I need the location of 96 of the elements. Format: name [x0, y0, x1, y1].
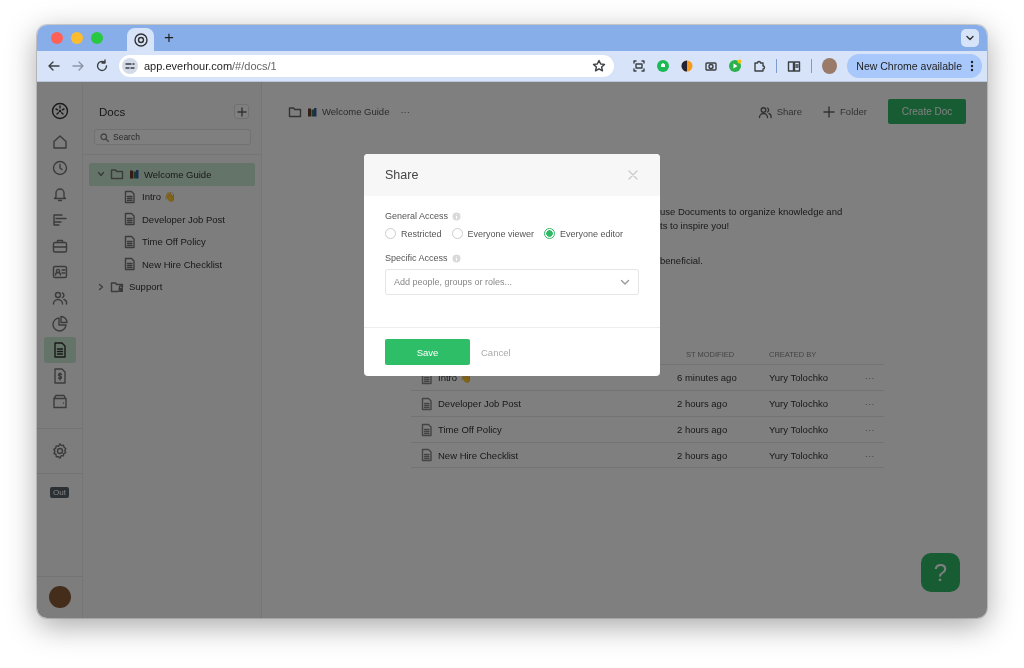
plus-icon [236, 106, 247, 117]
field-label: General Access [385, 211, 449, 221]
table-cell-text: 2 hours ago [677, 424, 729, 435]
back-arrow-icon[interactable] [47, 59, 61, 73]
reading-list-icon[interactable] [787, 59, 802, 73]
cancel-link[interactable]: Cancel [481, 346, 511, 358]
more-button[interactable]: ··· [400, 106, 410, 117]
table-cell-text: Yury Tolochko [769, 424, 829, 435]
more-button[interactable]: ··· [865, 398, 875, 409]
document-icon [420, 396, 434, 411]
more-button[interactable]: ··· [865, 372, 875, 383]
document-icon [123, 212, 137, 227]
radio-button[interactable] [544, 228, 556, 239]
document-icon [123, 189, 137, 204]
table-cell-text: Yury Tolochko [769, 398, 829, 409]
tree-item[interactable]: Time Off Policy [89, 230, 255, 253]
new-tab-button[interactable]: + [164, 28, 174, 48]
info-icon [451, 253, 461, 263]
intro-text: use Documents to organize knowledge and [660, 205, 844, 219]
document-icon [420, 422, 434, 437]
folder-icon [288, 104, 302, 119]
people-select[interactable]: Add people, groups or roles... [385, 269, 639, 295]
pie-chart-icon[interactable] [50, 315, 69, 333]
clock-icon[interactable] [50, 159, 69, 177]
chevron-down-icon [620, 277, 630, 287]
panel-title: Docs [99, 105, 126, 118]
update-button[interactable]: New Chrome available [847, 54, 982, 78]
books-icon [307, 106, 317, 117]
plus-icon [823, 105, 836, 118]
timeline-icon[interactable] [50, 211, 69, 229]
table-cell-text: 6 minutes ago [677, 372, 738, 383]
settings-icon[interactable] [50, 442, 69, 460]
chevron-down-icon[interactable] [97, 170, 105, 179]
books-icon [129, 169, 139, 180]
new-folder-button[interactable]: Folder [823, 105, 867, 118]
document-icon [420, 448, 434, 462]
close-icon[interactable] [628, 170, 638, 180]
intro-text: beneficial. [660, 254, 704, 268]
search-field[interactable]: Search [94, 129, 251, 145]
status-badge: Out [50, 487, 69, 498]
people-icon [757, 104, 772, 119]
tree-item[interactable]: Developer Job Post [89, 208, 255, 231]
field-label: Specific Access [385, 253, 448, 263]
doc-link[interactable]: New Hire Checklist [411, 448, 677, 462]
screenshot-icon[interactable] [632, 59, 647, 73]
address-bar[interactable]: app.everhour.com/#/docs/1 [119, 55, 615, 77]
table-cell-text: 2 hours ago [677, 398, 729, 409]
intro-text: ts to inspire you! [660, 219, 731, 233]
briefcase-icon[interactable] [50, 237, 69, 255]
id-card-icon[interactable] [50, 263, 69, 281]
home-icon[interactable] [50, 133, 69, 151]
camera-icon[interactable] [704, 59, 719, 73]
user-avatar[interactable] [48, 586, 71, 608]
search-icon [100, 132, 109, 142]
table-cell-text: Yury Tolochko [769, 449, 829, 461]
profile-avatar[interactable] [822, 58, 838, 74]
radio-label[interactable]: Restricted [401, 228, 442, 239]
half-circle-icon[interactable] [680, 59, 695, 73]
reload-icon[interactable] [95, 59, 109, 73]
document-icon [123, 234, 137, 249]
forward-arrow-icon[interactable] [71, 59, 85, 73]
more-button[interactable]: ··· [865, 449, 875, 461]
radio-label[interactable]: Everyone editor [560, 228, 624, 239]
locked-folder-icon [110, 279, 124, 294]
folder-icon [110, 167, 124, 182]
tree-item[interactable]: Welcome Guide [89, 163, 255, 186]
browser-tab[interactable] [127, 28, 154, 51]
doc-link[interactable]: Time Off Policy [411, 422, 677, 437]
people-icon[interactable] [50, 289, 69, 307]
tree-item[interactable]: Support [89, 275, 255, 298]
table-cell-text: Yury Tolochko [769, 372, 829, 383]
kebab-menu-icon [970, 60, 974, 72]
add-button[interactable] [234, 104, 249, 119]
tree-item[interactable]: New Hire Checklist [89, 253, 255, 276]
radio-label[interactable]: Everyone viewer [467, 228, 535, 239]
breadcrumb-link[interactable]: Welcome Guide [322, 106, 390, 117]
tab-menu-button[interactable] [961, 29, 979, 47]
table-cell-text: 2 hours ago [677, 449, 729, 461]
doc-link[interactable]: Developer Job Post [411, 396, 677, 411]
wallet-icon[interactable] [50, 393, 69, 411]
extension-icon[interactable] [656, 59, 671, 73]
share-button[interactable]: Share [757, 104, 803, 119]
save-button[interactable]: Save [385, 339, 470, 365]
info-icon [452, 211, 462, 221]
document-icon [123, 257, 137, 272]
chevron-down-icon [965, 33, 975, 43]
dialog-title: Share [385, 168, 419, 182]
puzzle-icon[interactable] [752, 59, 767, 73]
more-button[interactable]: ··· [865, 424, 875, 435]
play-circle-icon[interactable] [728, 59, 743, 73]
tree-item[interactable]: Intro 👋 [89, 185, 255, 208]
search-input[interactable]: Search [113, 130, 245, 144]
url-text: app.everhour.com/#/docs/1 [144, 60, 277, 72]
star-icon[interactable] [592, 59, 607, 73]
site-settings-icon [122, 58, 138, 74]
chevron-right-icon[interactable] [97, 282, 105, 291]
